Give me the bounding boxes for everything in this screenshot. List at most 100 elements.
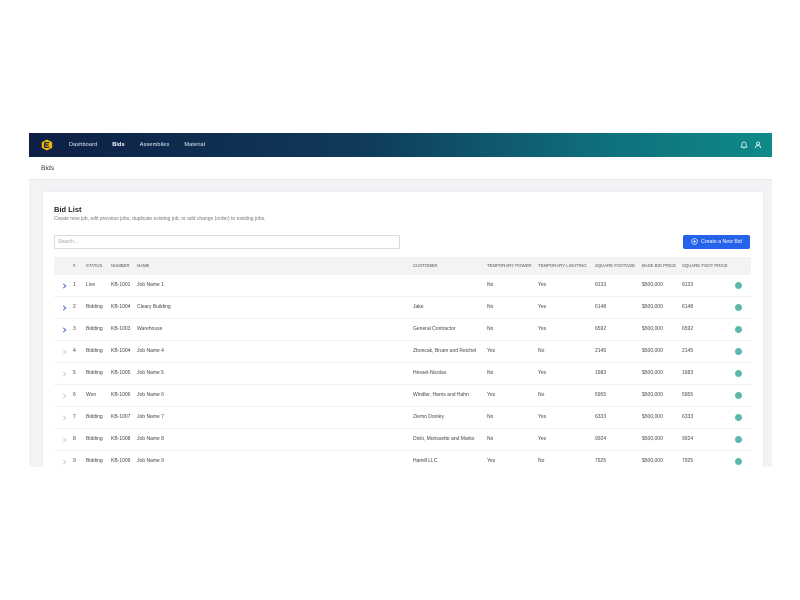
table-row[interactable]: 7 Bidding KB-1007 Job Name 7 Ziemo Dooley No Y…: [54, 407, 751, 429]
table-row[interactable]: 9 Bidding KB-1009 Job Name 9 Hamill LLC Yes No…: [54, 451, 751, 467]
row-temporary-power: No: [487, 436, 494, 442]
header-status[interactable]: STATUS: [86, 257, 102, 275]
bid-table: # STATUS NUMBER NAME CUSTOMER TEMPORARY …: [54, 257, 751, 467]
header-index[interactable]: #: [73, 257, 75, 275]
row-base-bid-price: $500,000: [642, 370, 663, 376]
status-dot[interactable]: [735, 370, 742, 377]
status-dot[interactable]: [735, 348, 742, 355]
row-status: Bidding: [86, 304, 103, 310]
row-base-bid-price: $500,000: [642, 436, 663, 442]
row-base-bid-price: $500,000: [642, 458, 663, 464]
header-temporary-lighting[interactable]: TEMPORARY LIGHTING: [538, 257, 587, 275]
row-square-footage: 6592: [595, 326, 607, 332]
table-header: # STATUS NUMBER NAME CUSTOMER TEMPORARY …: [54, 257, 751, 275]
row-status: Bidding: [86, 436, 103, 442]
status-dot[interactable]: [735, 326, 742, 333]
bell-icon[interactable]: [740, 141, 748, 149]
header-square-foot-price[interactable]: SQUARE FOOT PRICE: [682, 257, 728, 275]
chevron-right-icon[interactable]: [62, 363, 67, 384]
table-row[interactable]: 5 Bidding KB-1005 Job Name 5 Hessel-Nicolas N…: [54, 363, 751, 385]
status-dot[interactable]: [735, 392, 742, 399]
nav-dashboard[interactable]: Dashboard: [69, 142, 97, 148]
row-name: Cleary Building: [137, 304, 171, 310]
header-number[interactable]: NUMBER: [111, 257, 130, 275]
chevron-right-icon[interactable]: [62, 341, 67, 362]
row-status: Bidding: [86, 458, 103, 464]
nav-assemblies[interactable]: Assemblies: [140, 142, 170, 148]
row-name: Warehouse: [137, 326, 163, 332]
row-status: Bidding: [86, 370, 103, 376]
row-index: 9: [73, 458, 76, 464]
table-row[interactable]: 2 Bidding KB-1004 Cleary Building Jake No Yes 6…: [54, 297, 751, 319]
row-customer: Jake: [413, 304, 424, 310]
row-name: Job Name 6: [137, 392, 164, 398]
row-name: Job Name 9: [137, 458, 164, 464]
row-temporary-lighting: Yes: [538, 436, 547, 442]
row-square-foot-price: 6333: [682, 414, 694, 420]
chevron-right-icon[interactable]: [62, 451, 67, 467]
row-temporary-power: No: [487, 326, 494, 332]
row-status: Bidding: [86, 348, 103, 354]
table-row[interactable]: 3 Bidding KB-1003 Warehouse General Contract…: [54, 319, 751, 341]
nav-material[interactable]: Material: [184, 142, 205, 148]
header-base-bid-price[interactable]: BASE BID PRICE: [642, 257, 676, 275]
row-customer: Hessel-Nicolas: [413, 370, 447, 376]
table-row[interactable]: 6 Won KB-1006 Job Name 6 Windler, Harris and…: [54, 385, 751, 407]
header-name[interactable]: NAME: [137, 257, 149, 275]
row-square-foot-price: 2145: [682, 348, 694, 354]
chevron-right-icon[interactable]: [62, 297, 67, 318]
row-name: Job Name 7: [137, 414, 164, 420]
row-number: KB-1009: [111, 458, 131, 464]
user-icon[interactable]: [754, 141, 762, 149]
row-base-bid-price: $500,000: [642, 348, 663, 354]
row-name: Job Name 5: [137, 370, 164, 376]
row-index: 6: [73, 392, 76, 398]
row-square-foot-price: 5955: [682, 392, 694, 398]
chevron-right-icon[interactable]: [62, 319, 67, 340]
status-dot[interactable]: [735, 458, 742, 465]
row-customer: Windler, Harris and Hahn: [413, 392, 469, 398]
table-body: 1 Live KB-1001 Job Name 1 No Yes 9133 $500,000 9…: [54, 275, 751, 467]
header-customer[interactable]: CUSTOMER: [413, 257, 438, 275]
chevron-right-icon[interactable]: [62, 407, 67, 428]
row-square-footage: 9133: [595, 282, 607, 288]
row-square-footage: 2145: [595, 348, 607, 354]
chevron-right-icon[interactable]: [62, 275, 67, 296]
top-navigation-bar: Dashboard Bids Assemblies Material: [29, 133, 772, 157]
row-index: 4: [73, 348, 76, 354]
table-row[interactable]: 4 Bidding KB-1004 Job Name 4 Zboncak, Bruen …: [54, 341, 751, 363]
nav-bids[interactable]: Bids: [112, 142, 125, 148]
row-index: 8: [73, 436, 76, 442]
row-square-footage: 6148: [595, 304, 607, 310]
top-icons: [740, 133, 762, 157]
row-customer: Dicki, Morissette and Marks: [413, 436, 475, 442]
status-dot[interactable]: [735, 436, 742, 443]
chevron-right-icon[interactable]: [62, 429, 67, 450]
chevron-right-icon[interactable]: [62, 385, 67, 406]
row-name: Job Name 4: [137, 348, 164, 354]
row-number: KB-1004: [111, 348, 131, 354]
row-temporary-lighting: Yes: [538, 326, 547, 332]
row-square-footage: 6333: [595, 414, 607, 420]
search-input[interactable]: [54, 235, 400, 249]
status-dot[interactable]: [735, 282, 742, 289]
brand-logo-icon[interactable]: [41, 139, 53, 151]
table-row[interactable]: 1 Live KB-1001 Job Name 1 No Yes 9133 $500,000 9…: [54, 275, 751, 297]
row-status: Bidding: [86, 326, 103, 332]
row-temporary-lighting: No: [538, 392, 545, 398]
create-new-bid-button[interactable]: Create a New Bid: [683, 235, 750, 249]
row-customer: Hamill LLC: [413, 458, 438, 464]
header-square-footage[interactable]: SQUARE FOOTAGE: [595, 257, 635, 275]
row-customer: Ziemo Dooley: [413, 414, 444, 420]
row-temporary-power: No: [487, 282, 494, 288]
status-dot[interactable]: [735, 304, 742, 311]
bid-list-card: Bid List Create new job, edit previous j…: [42, 191, 764, 467]
row-number: KB-1008: [111, 436, 131, 442]
row-square-footage: 9924: [595, 436, 607, 442]
row-temporary-power: Yes: [487, 458, 496, 464]
status-dot[interactable]: [735, 414, 742, 421]
row-customer: General Contractor: [413, 326, 456, 332]
row-square-foot-price: 6148: [682, 304, 694, 310]
table-row[interactable]: 8 Bidding KB-1008 Job Name 8 Dicki, Morisset…: [54, 429, 751, 451]
header-temporary-power[interactable]: TEMPORARY POWER: [487, 257, 532, 275]
